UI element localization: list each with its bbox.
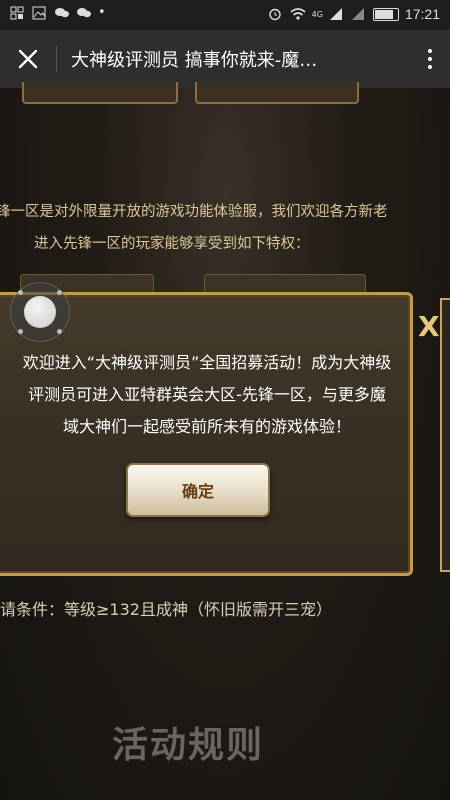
confirm-button[interactable]: 确定	[126, 463, 270, 517]
welcome-dialog: 欢迎进入“大神级评测员”全国招募活动！成为大神级 评测员可进入亚特群英会大区-先…	[0, 292, 413, 576]
dialog-message: 欢迎进入“大神级评测员”全国招募活动！成为大神级 评测员可进入亚特群英会大区-先…	[22, 353, 392, 436]
clock: 17:21	[404, 6, 440, 22]
notification-icons: •	[10, 6, 106, 20]
alarm-icon	[268, 7, 284, 21]
intro-text-line1: 锋一区是对外限量开放的游戏功能体验服，我们欢迎各方新老	[0, 204, 388, 220]
close-button[interactable]	[0, 30, 56, 88]
signal-icon-2	[351, 7, 367, 21]
system-icons: 4G 17:21	[268, 6, 440, 22]
wifi-icon	[290, 7, 306, 21]
assist-ball-icon	[24, 296, 56, 328]
condition-text: 请条件：等级≥132且成神（怀旧版需开三宠）	[0, 600, 332, 619]
top-tab-left[interactable]	[22, 82, 178, 104]
wechat-icon-2	[76, 6, 92, 20]
battery-icon	[372, 7, 399, 21]
side-panel	[440, 298, 450, 572]
status-bar: • 4G 17:21	[0, 0, 450, 30]
more-notifications-icon: •	[98, 5, 106, 20]
page-title: 大神级评测员 搞事你就来-魔…	[71, 50, 318, 71]
side-close-icon[interactable]: X	[418, 310, 440, 343]
network-type: 4G	[311, 9, 323, 19]
app-grid-icon	[10, 6, 26, 20]
wechat-icon	[54, 6, 70, 20]
signal-icon	[329, 7, 345, 21]
section-title: 活动规则	[112, 725, 265, 766]
title-bar: 大神级评测员 搞事你就来-魔…	[0, 30, 450, 88]
top-tab-right[interactable]	[195, 82, 359, 104]
floating-assist-button[interactable]	[10, 282, 70, 342]
close-icon	[18, 49, 38, 69]
more-menu-button[interactable]	[410, 49, 450, 69]
more-dots-icon	[428, 49, 432, 53]
gallery-icon	[32, 6, 48, 20]
intro-text-line2: 进入先锋一区的玩家能够享受到如下特权：	[34, 236, 310, 252]
